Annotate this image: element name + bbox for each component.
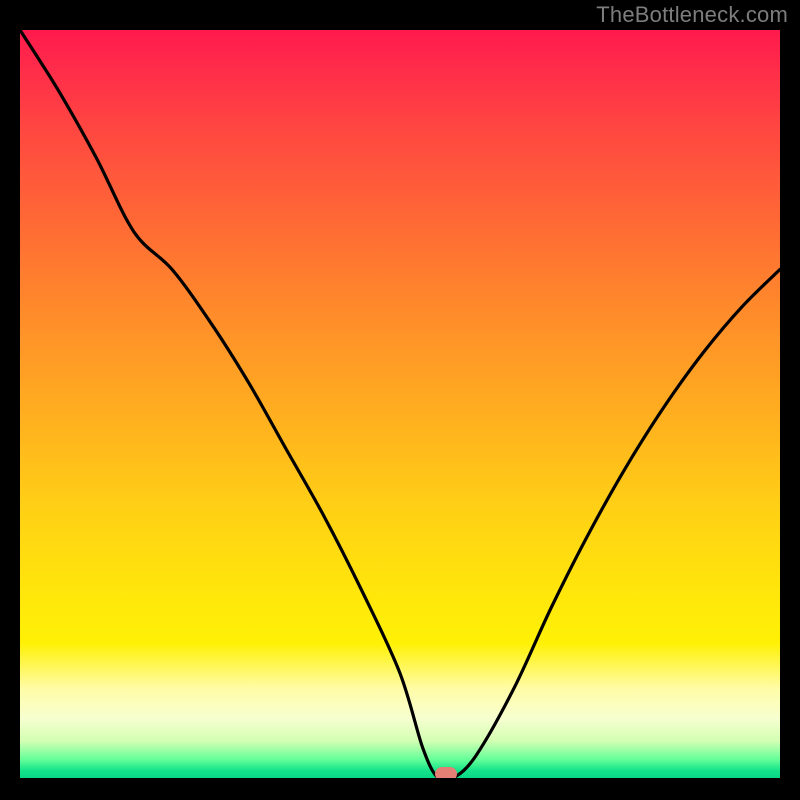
plot-area	[20, 30, 780, 778]
chart-frame: TheBottleneck.com	[0, 0, 800, 800]
bottleneck-curve	[20, 30, 780, 778]
watermark-text: TheBottleneck.com	[596, 2, 788, 28]
minimum-marker	[435, 767, 457, 778]
